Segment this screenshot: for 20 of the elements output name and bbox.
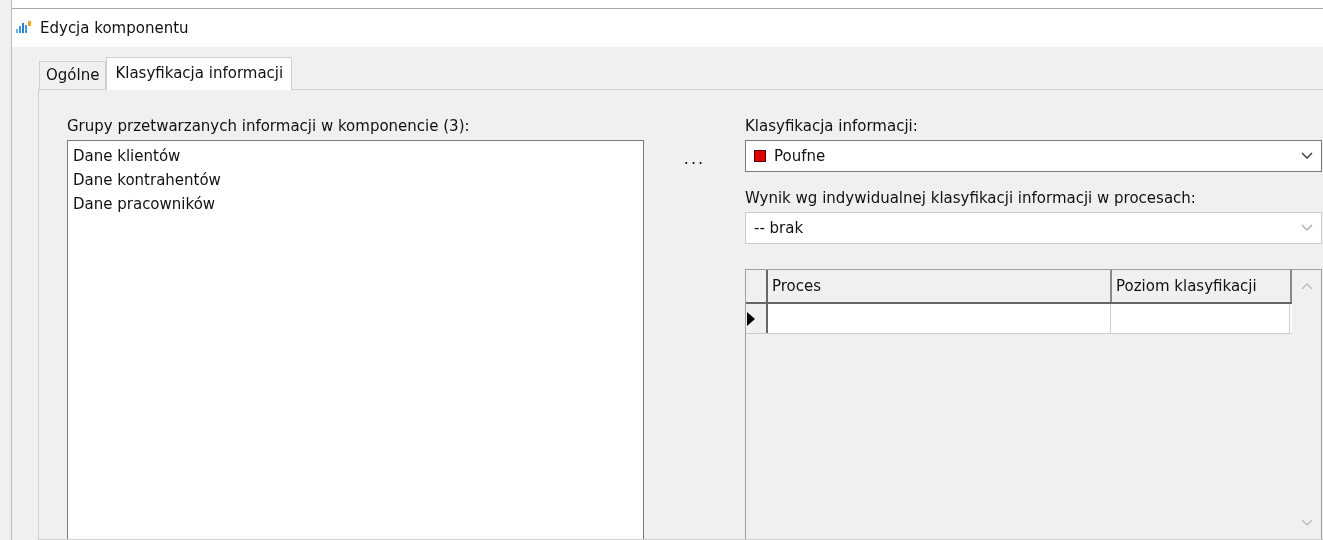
- scroll-up-icon[interactable]: [1300, 282, 1313, 290]
- more-button[interactable]: ...: [679, 146, 710, 170]
- field-label: Klasyfikacja informacji:: [745, 116, 919, 136]
- chevron-down-icon: [1301, 224, 1313, 232]
- dropdown-value: Poufne: [774, 147, 827, 165]
- list-item[interactable]: Dane kontrahentów: [73, 168, 638, 192]
- window-title: Edycja komponentu: [40, 19, 189, 37]
- tab[interactable]: Ogólne: [39, 61, 107, 89]
- dropdown-value: -- brak: [754, 219, 805, 237]
- tab[interactable]: Klasyfikacja informacji: [106, 57, 293, 90]
- list-item[interactable]: Dane pracowników: [73, 192, 638, 216]
- field-label: Wynik wg indywidualnej klasyfikacji informacji w procesach:: [745, 188, 1197, 208]
- column-header[interactable]: Poziom klasyfikacji: [1112, 270, 1292, 302]
- classification-dropdown[interactable]: Poufne: [745, 140, 1322, 172]
- chevron-down-icon: [1301, 152, 1313, 160]
- field-label: Grupy przetwarzanych informacji w komponencie (3):: [67, 116, 471, 136]
- column-header[interactable]: Proces: [768, 270, 1112, 302]
- list-item[interactable]: Dane klientów: [73, 144, 638, 168]
- scroll-down-icon[interactable]: [1300, 519, 1313, 527]
- bar-chart-icon: [16, 21, 34, 35]
